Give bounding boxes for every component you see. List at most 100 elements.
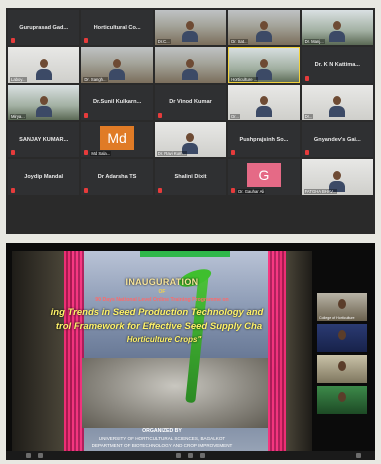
- mic-muted-icon: [84, 150, 89, 156]
- participant-name: FATGHA BHAV...: [303, 188, 338, 194]
- mic-muted-icon: [84, 38, 89, 44]
- participant-tile[interactable]: Dr.C...: [154, 10, 227, 46]
- participant-tile[interactable]: Dr Adarsha TS: [81, 159, 153, 195]
- participant-name: Horticulture ...: [230, 76, 259, 82]
- participant-video: [255, 58, 272, 80]
- participant-video: [329, 170, 346, 192]
- participant-name: Dr. Sat...: [230, 39, 249, 45]
- slide-title: INAUGURATION: [125, 277, 199, 287]
- participant-tile[interactable]: Gnyandev's Gai...: [301, 121, 373, 158]
- meeting-toolbar: [6, 451, 375, 460]
- participant-tile[interactable]: Horticultural Co...: [81, 10, 153, 46]
- slide-heading-line3: Horticulture Crops": [126, 335, 202, 344]
- avatar: Md: [100, 125, 135, 150]
- participant-video: [329, 21, 346, 43]
- mic-muted-icon: [157, 187, 162, 193]
- participant-tile[interactable]: Joydip Mandal: [8, 159, 80, 195]
- participant-name: Md Sala...: [90, 151, 112, 157]
- participant-tile[interactable]: Dr. Ravi Kum...: [154, 121, 227, 158]
- mic-muted-icon: [84, 187, 89, 193]
- participant-video: [182, 21, 199, 43]
- screen-share-window: Zoom INAUGURATION OF 90 Days National Le…: [6, 243, 375, 460]
- participant-tile[interactable]: Dr. Sat...: [228, 10, 300, 46]
- participant-tile[interactable]: Dr.Sunil Kulkarn...: [81, 84, 153, 120]
- participant-name: Mirya...: [10, 113, 26, 119]
- participant-name: Gnyandev's Gai...: [313, 136, 361, 143]
- slide-department: DEPARTMENT OF BIOTECHNOLOGY AND CROP IMP…: [91, 443, 233, 448]
- speaker-thumbnail[interactable]: College of Horticulture: [317, 293, 367, 321]
- participant-tile[interactable]: Guruprasad Gad...: [8, 10, 80, 46]
- participant-tile[interactable]: Dr Vinod Kumar: [154, 84, 227, 120]
- shared-slide: INAUGURATION OF 90 Days National Level O…: [12, 251, 312, 456]
- participant-name: Joydip Mandal: [24, 173, 64, 180]
- video-icon[interactable]: [38, 453, 43, 458]
- participant-name: Dr...: [303, 113, 314, 119]
- participant-video: [182, 133, 199, 155]
- participant-video: [338, 330, 346, 340]
- slide-heading-line1: ing Trends in Seed Production Technology…: [50, 307, 264, 318]
- participant-name: Dr. Ravi Kum...: [156, 151, 187, 157]
- speaker-thumbnail[interactable]: [317, 355, 367, 383]
- participant-name: Shalini Dixit: [174, 173, 207, 180]
- leave-icon[interactable]: [356, 453, 361, 458]
- mic-muted-icon: [11, 187, 15, 193]
- participant-tile[interactable]: Laboy...: [8, 47, 80, 83]
- participant-video: [35, 58, 52, 80]
- mic-muted-icon: [231, 187, 236, 193]
- participant-name: Dr.Sunil Kulkarn...: [93, 99, 142, 106]
- participant-video: [109, 58, 126, 80]
- participant-name: Dr.C...: [156, 39, 171, 45]
- mic-muted-icon: [84, 112, 89, 118]
- participant-video: [338, 299, 346, 309]
- participant-name: Dr. K N Kattima...: [314, 61, 360, 68]
- share-screen-icon[interactable]: [200, 453, 205, 458]
- participant-video: [329, 95, 346, 117]
- participant-tile[interactable]: Dr. Sangh...: [81, 47, 153, 83]
- participant-tile[interactable]: Dr. Manj...: [301, 10, 373, 46]
- speaker-thumbnail[interactable]: [317, 324, 367, 352]
- participant-video: [338, 392, 346, 402]
- mic-muted-icon: [231, 150, 236, 156]
- slide-university: UNIVERSITY OF HORTICULTURAL SCIENCES, BA…: [98, 436, 226, 441]
- participant-tile[interactable]: Pushprajsinh So...: [228, 121, 300, 158]
- participant-name: Dr. Sangh...: [83, 76, 108, 82]
- participant-name: Dr. Gauhar Ali: [237, 188, 266, 194]
- participant-tile[interactable]: Md Md Sala...: [81, 121, 153, 158]
- mic-muted-icon: [304, 150, 309, 156]
- participant-video: [338, 361, 346, 371]
- participant-name: Dr. Manj...: [303, 39, 325, 45]
- mic-icon[interactable]: [26, 453, 31, 458]
- participant-video: [35, 95, 52, 117]
- participant-name: Laboy...: [10, 76, 27, 82]
- participant-name: Guruprasad Gad...: [19, 24, 69, 31]
- participant-name: Dr...: [230, 113, 240, 119]
- participant-tile[interactable]: Dr...: [301, 84, 373, 120]
- participant-tile[interactable]: Dr...: [228, 84, 300, 120]
- participant-tile[interactable]: Mirya...: [8, 84, 80, 120]
- mic-muted-icon: [11, 38, 15, 44]
- slide-organized-by: ORGANIZED BY: [142, 428, 182, 434]
- chat-icon[interactable]: [188, 453, 193, 458]
- green-banner: [140, 251, 230, 257]
- slide-heading-line2: trol Framework for Effective Seed Supply…: [55, 321, 263, 332]
- participant-tile[interactable]: G Dr. Gauhar Ali: [228, 159, 300, 195]
- participant-tile[interactable]: [154, 47, 227, 83]
- speaker-thumbnail[interactable]: [317, 386, 367, 414]
- participant-thumbnail-strip: College of Horticulture: [317, 293, 367, 417]
- participant-tile[interactable]: FATGHA BHAV...: [301, 159, 373, 195]
- participant-tile[interactable]: Horticulture ...: [228, 47, 300, 83]
- participant-video: [255, 95, 272, 117]
- participants-icon[interactable]: [176, 453, 181, 458]
- mic-muted-icon: [11, 150, 15, 156]
- participant-gallery: Guruprasad Gad... Horticultural Co... Dr.C…: [6, 8, 375, 234]
- participant-video: [255, 21, 272, 43]
- participant-tile[interactable]: Shalini Dixit: [154, 159, 227, 195]
- participant-tile[interactable]: SANJAY KUMAR...: [8, 121, 80, 158]
- slide-subtitle: 90 Days National Level Online Training P…: [95, 297, 229, 303]
- mic-muted-icon: [157, 112, 162, 118]
- participant-video: [182, 58, 199, 80]
- participant-name: SANJAY KUMAR...: [19, 136, 69, 143]
- slide-of: OF: [158, 289, 166, 295]
- mic-muted-icon: [304, 75, 309, 81]
- participant-tile[interactable]: Dr. K N Kattima...: [301, 47, 373, 83]
